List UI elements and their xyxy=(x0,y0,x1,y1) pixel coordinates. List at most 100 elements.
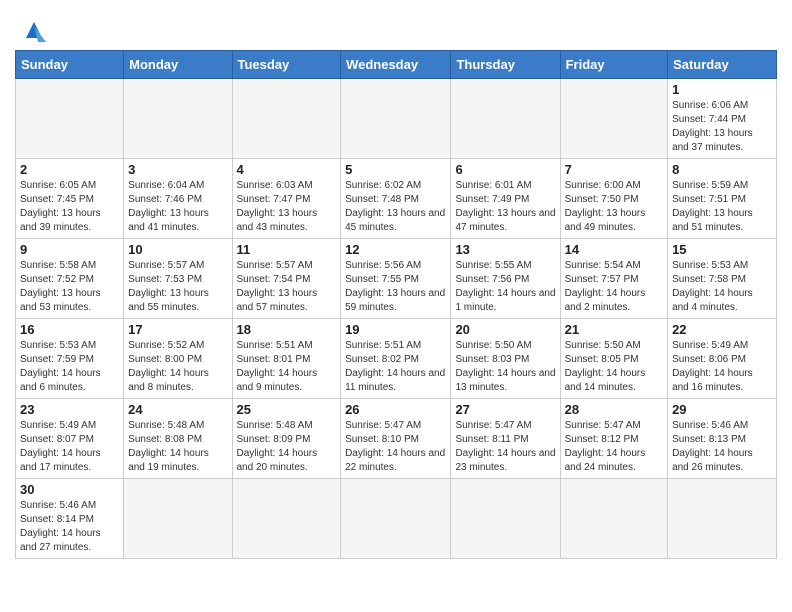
calendar-cell: 27 Sunrise: 5:47 AMSunset: 8:11 PMDayligh… xyxy=(451,399,560,479)
weekday-header: Monday xyxy=(124,51,232,79)
day-info: Sunrise: 5:53 AMSunset: 7:58 PMDaylight:… xyxy=(672,259,772,315)
day-number: 25 xyxy=(237,402,337,417)
calendar-cell xyxy=(124,79,232,159)
day-info: Sunrise: 6:04 AMSunset: 7:46 PMDaylight:… xyxy=(128,179,227,235)
calendar-cell: 20 Sunrise: 5:50 AMSunset: 8:03 PMDayligh… xyxy=(451,319,560,399)
calendar-cell: 10 Sunrise: 5:57 AMSunset: 7:53 PMDayligh… xyxy=(124,239,232,319)
calendar-cell: 30 Sunrise: 5:46 AMSunset: 8:14 PMDayligh… xyxy=(16,479,124,559)
calendar-cell: 9Sunrise: 5:58 AMSunset: 7:52 PMDaylight… xyxy=(16,239,124,319)
day-number: 4 xyxy=(237,162,337,177)
day-number: 3 xyxy=(128,162,227,177)
day-info: Sunrise: 5:50 AMSunset: 8:05 PMDaylight:… xyxy=(565,339,663,395)
calendar-cell: 28Sunrise: 5:47 AMSunset: 8:12 PMDayligh… xyxy=(560,399,667,479)
day-info: Sunrise: 5:48 AMSunset: 8:08 PMDaylight:… xyxy=(128,419,227,475)
day-number: 6 xyxy=(455,162,555,177)
calendar-cell xyxy=(124,479,232,559)
weekday-header: Thursday xyxy=(451,51,560,79)
calendar-cell xyxy=(341,479,451,559)
calendar-cell xyxy=(232,479,341,559)
calendar-cell xyxy=(451,79,560,159)
week-row: 23Sunrise: 5:49 AMSunset: 8:07 PMDayligh… xyxy=(16,399,777,479)
logo-icon xyxy=(18,16,50,44)
calendar-cell xyxy=(16,79,124,159)
day-info: Sunrise: 6:01 AMSunset: 7:49 PMDaylight:… xyxy=(455,179,555,235)
day-info: Sunrise: 6:00 AMSunset: 7:50 PMDaylight:… xyxy=(565,179,663,235)
calendar-cell: 8Sunrise: 5:59 AMSunset: 7:51 PMDaylight… xyxy=(668,159,777,239)
week-row: 1 Sunrise: 6:06 AMSunset: 7:44 PMDaylight… xyxy=(16,79,777,159)
calendar-cell xyxy=(560,479,667,559)
day-info: Sunrise: 5:57 AMSunset: 7:53 PMDaylight:… xyxy=(128,259,227,315)
page: SundayMondayTuesdayWednesdayThursdayFrid… xyxy=(0,0,792,574)
calendar: SundayMondayTuesdayWednesdayThursdayFrid… xyxy=(15,50,777,559)
calendar-header: SundayMondayTuesdayWednesdayThursdayFrid… xyxy=(16,51,777,79)
day-number: 24 xyxy=(128,402,227,417)
day-number: 27 xyxy=(455,402,555,417)
day-info: Sunrise: 5:46 AMSunset: 8:14 PMDaylight:… xyxy=(20,499,119,555)
day-number: 10 xyxy=(128,242,227,257)
calendar-cell: 22 Sunrise: 5:49 AMSunset: 8:06 PMDayligh… xyxy=(668,319,777,399)
calendar-cell: 24 Sunrise: 5:48 AMSunset: 8:08 PMDayligh… xyxy=(124,399,232,479)
day-number: 28 xyxy=(565,402,663,417)
logo xyxy=(15,18,50,44)
calendar-cell xyxy=(341,79,451,159)
weekday-row: SundayMondayTuesdayWednesdayThursdayFrid… xyxy=(16,51,777,79)
day-info: Sunrise: 5:57 AMSunset: 7:54 PMDaylight:… xyxy=(237,259,337,315)
day-number: 9 xyxy=(20,242,119,257)
weekday-header: Tuesday xyxy=(232,51,341,79)
week-row: 30 Sunrise: 5:46 AMSunset: 8:14 PMDayligh… xyxy=(16,479,777,559)
calendar-body: 1 Sunrise: 6:06 AMSunset: 7:44 PMDaylight… xyxy=(16,79,777,559)
day-number: 8 xyxy=(672,162,772,177)
calendar-cell: 21 Sunrise: 5:50 AMSunset: 8:05 PMDayligh… xyxy=(560,319,667,399)
day-number: 13 xyxy=(455,242,555,257)
day-number: 11 xyxy=(237,242,337,257)
day-info: Sunrise: 5:54 AMSunset: 7:57 PMDaylight:… xyxy=(565,259,663,315)
day-info: Sunrise: 5:47 AMSunset: 8:10 PMDaylight:… xyxy=(345,419,446,475)
week-row: 16Sunrise: 5:53 AMSunset: 7:59 PMDayligh… xyxy=(16,319,777,399)
calendar-cell xyxy=(232,79,341,159)
day-number: 26 xyxy=(345,402,446,417)
calendar-cell: 19Sunrise: 5:51 AMSunset: 8:02 PMDayligh… xyxy=(341,319,451,399)
calendar-cell: 1 Sunrise: 6:06 AMSunset: 7:44 PMDaylight… xyxy=(668,79,777,159)
day-info: Sunrise: 5:49 AMSunset: 8:06 PMDaylight:… xyxy=(672,339,772,395)
calendar-cell: 29Sunrise: 5:46 AMSunset: 8:13 PMDayligh… xyxy=(668,399,777,479)
weekday-header: Friday xyxy=(560,51,667,79)
calendar-cell xyxy=(560,79,667,159)
header xyxy=(15,10,777,44)
day-info: Sunrise: 5:52 AMSunset: 8:00 PMDaylight:… xyxy=(128,339,227,395)
weekday-header: Sunday xyxy=(16,51,124,79)
day-number: 12 xyxy=(345,242,446,257)
calendar-cell: 17 Sunrise: 5:52 AMSunset: 8:00 PMDayligh… xyxy=(124,319,232,399)
calendar-cell: 4 Sunrise: 6:03 AMSunset: 7:47 PMDaylight… xyxy=(232,159,341,239)
weekday-header: Saturday xyxy=(668,51,777,79)
day-info: Sunrise: 6:03 AMSunset: 7:47 PMDaylight:… xyxy=(237,179,337,235)
day-number: 18 xyxy=(237,322,337,337)
calendar-cell: 7Sunrise: 6:00 AMSunset: 7:50 PMDaylight… xyxy=(560,159,667,239)
calendar-cell: 6 Sunrise: 6:01 AMSunset: 7:49 PMDaylight… xyxy=(451,159,560,239)
day-info: Sunrise: 5:49 AMSunset: 8:07 PMDaylight:… xyxy=(20,419,119,475)
day-number: 1 xyxy=(672,82,772,97)
calendar-cell: 12Sunrise: 5:56 AMSunset: 7:55 PMDayligh… xyxy=(341,239,451,319)
day-number: 22 xyxy=(672,322,772,337)
day-number: 17 xyxy=(128,322,227,337)
calendar-cell: 5Sunrise: 6:02 AMSunset: 7:48 PMDaylight… xyxy=(341,159,451,239)
day-number: 21 xyxy=(565,322,663,337)
calendar-cell: 16Sunrise: 5:53 AMSunset: 7:59 PMDayligh… xyxy=(16,319,124,399)
day-info: Sunrise: 6:06 AMSunset: 7:44 PMDaylight:… xyxy=(672,99,772,155)
calendar-cell: 23Sunrise: 5:49 AMSunset: 8:07 PMDayligh… xyxy=(16,399,124,479)
day-info: Sunrise: 5:55 AMSunset: 7:56 PMDaylight:… xyxy=(455,259,555,315)
day-number: 14 xyxy=(565,242,663,257)
calendar-cell: 3 Sunrise: 6:04 AMSunset: 7:46 PMDaylight… xyxy=(124,159,232,239)
calendar-cell: 14 Sunrise: 5:54 AMSunset: 7:57 PMDayligh… xyxy=(560,239,667,319)
weekday-header: Wednesday xyxy=(341,51,451,79)
day-info: Sunrise: 6:02 AMSunset: 7:48 PMDaylight:… xyxy=(345,179,446,235)
day-number: 15 xyxy=(672,242,772,257)
day-info: Sunrise: 5:51 AMSunset: 8:02 PMDaylight:… xyxy=(345,339,446,395)
day-number: 30 xyxy=(20,482,119,497)
day-info: Sunrise: 5:50 AMSunset: 8:03 PMDaylight:… xyxy=(455,339,555,395)
day-number: 20 xyxy=(455,322,555,337)
day-number: 2 xyxy=(20,162,119,177)
calendar-cell: 18Sunrise: 5:51 AMSunset: 8:01 PMDayligh… xyxy=(232,319,341,399)
day-info: Sunrise: 5:47 AMSunset: 8:11 PMDaylight:… xyxy=(455,419,555,475)
calendar-cell: 15 Sunrise: 5:53 AMSunset: 7:58 PMDayligh… xyxy=(668,239,777,319)
calendar-cell xyxy=(451,479,560,559)
